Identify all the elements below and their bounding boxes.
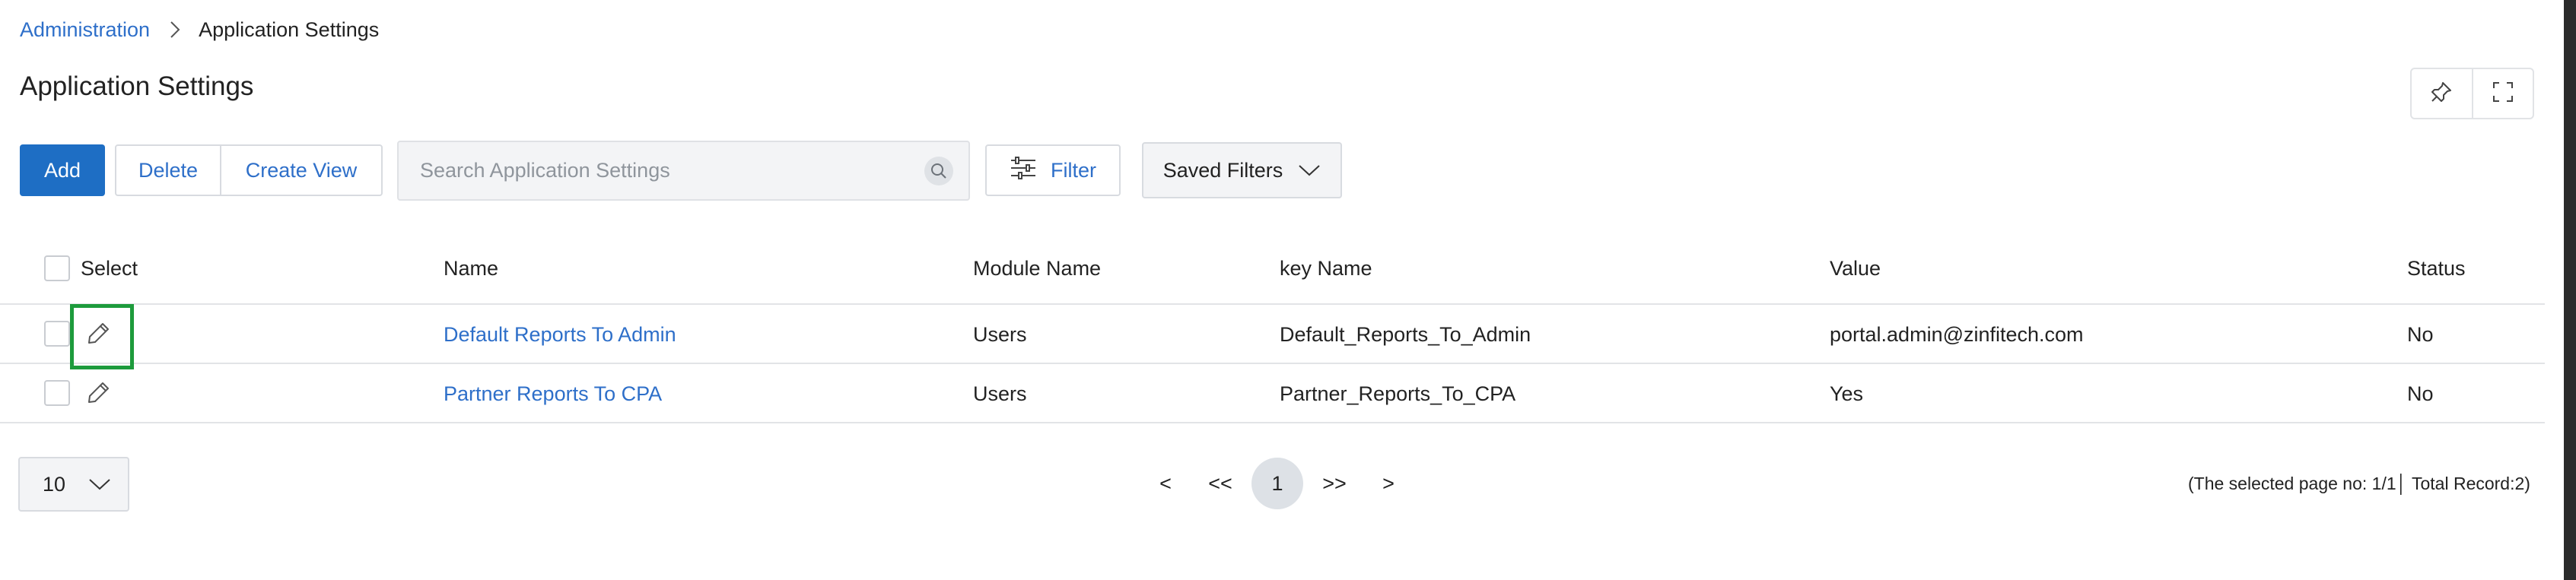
row-value: portal.admin@zinfitech.com: [1830, 322, 2084, 346]
column-header-key-name[interactable]: key Name: [1280, 253, 1372, 284]
column-header-module-name[interactable]: Module Name: [973, 253, 1101, 284]
column-header-name[interactable]: Name: [444, 253, 498, 284]
record-info: (The selected page no: 1/1│ Total Record…: [2188, 473, 2530, 493]
page-title: Application Settings: [20, 71, 254, 101]
row-name-link[interactable]: Default Reports To Admin: [444, 319, 676, 350]
last-page-button[interactable]: >>: [1319, 468, 1350, 499]
fullscreen-icon: [2492, 81, 2514, 107]
select-all-checkbox[interactable]: [44, 255, 70, 281]
view-controls: [2410, 68, 2534, 119]
next-page-button[interactable]: >: [1379, 468, 1398, 499]
filter-button[interactable]: Filter: [985, 144, 1121, 196]
filter-label: Filter: [1051, 158, 1096, 182]
prev-page-button[interactable]: <: [1156, 468, 1175, 499]
table-divider: [0, 303, 2545, 305]
table-row: [44, 380, 70, 406]
row-status: No: [2407, 322, 2434, 346]
add-button[interactable]: Add: [20, 144, 105, 196]
page-size-select[interactable]: 10: [18, 457, 129, 512]
chevron-right-icon: [170, 21, 180, 39]
row-status: No: [2407, 382, 2434, 405]
sliders-icon: [1010, 156, 1037, 185]
breadcrumb: Administration Application Settings: [20, 17, 379, 43]
search-input[interactable]: [420, 142, 907, 199]
chevron-down-icon: [88, 473, 111, 496]
highlight-box: [70, 304, 134, 369]
table-divider: [0, 422, 2545, 423]
column-header-value[interactable]: Value: [1830, 253, 1881, 284]
row-key-name: Partner_Reports_To_CPA: [1280, 382, 1516, 405]
row-checkbox[interactable]: [44, 321, 70, 347]
row-checkbox[interactable]: [44, 380, 70, 406]
breadcrumb-current: Application Settings: [199, 17, 380, 41]
table-row: [44, 321, 70, 347]
pin-button[interactable]: [2412, 69, 2472, 118]
row-name-link[interactable]: Partner Reports To CPA: [444, 379, 662, 409]
action-button-group: Delete Create View: [115, 144, 383, 196]
breadcrumb-administration-link[interactable]: Administration: [20, 18, 150, 42]
page-size-value: 10: [43, 472, 66, 496]
delete-button[interactable]: Delete: [116, 146, 220, 195]
select-all-checkbox-wrap: [44, 255, 70, 281]
search-icon[interactable]: [924, 157, 953, 185]
row-key-name: Default_Reports_To_Admin: [1280, 322, 1531, 346]
row-module-name: Users: [973, 322, 1027, 346]
pin-icon: [2430, 81, 2453, 107]
column-header-status[interactable]: Status: [2407, 253, 2466, 284]
chevron-down-icon: [1298, 159, 1321, 182]
search-box: [397, 141, 970, 201]
current-page-button[interactable]: 1: [1251, 458, 1303, 509]
table-divider: [0, 363, 2545, 364]
pencil-icon: [87, 380, 111, 408]
saved-filters-dropdown[interactable]: Saved Filters: [1142, 142, 1342, 198]
column-header-select: Select: [81, 256, 138, 280]
first-page-button[interactable]: <<: [1205, 468, 1236, 499]
row-value: Yes: [1830, 382, 1864, 405]
edit-button[interactable]: [84, 379, 114, 409]
window-edge: [2564, 0, 2576, 580]
create-view-button[interactable]: Create View: [220, 146, 381, 195]
row-module-name: Users: [973, 382, 1027, 405]
saved-filters-label: Saved Filters: [1162, 158, 1283, 182]
fullscreen-button[interactable]: [2471, 69, 2533, 118]
